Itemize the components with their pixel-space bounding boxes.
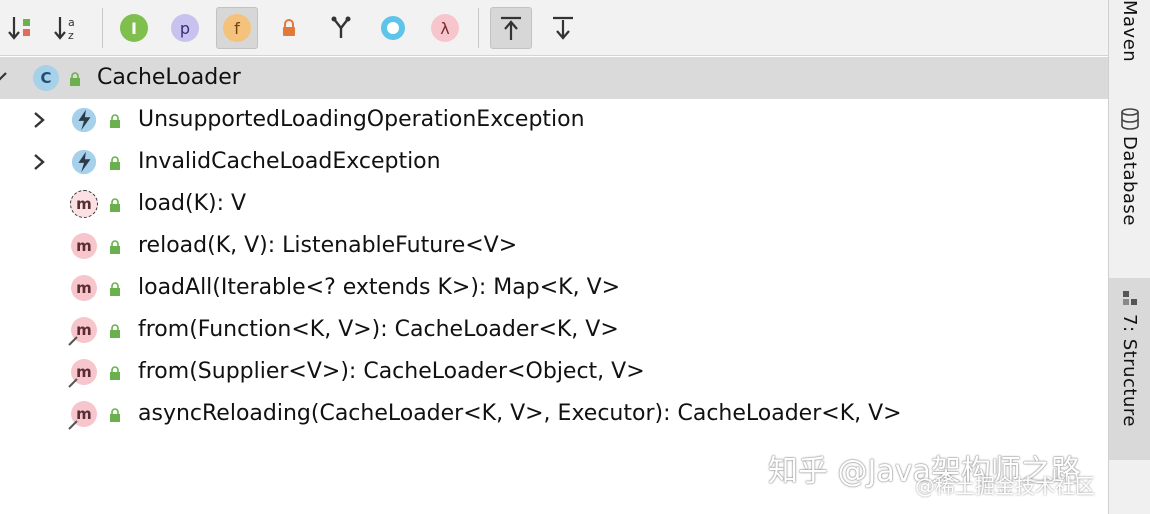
chevron-down-icon[interactable] (0, 67, 14, 89)
show-properties-button[interactable]: p (164, 7, 206, 49)
lock-icon (110, 366, 120, 380)
autoscroll-from-source-icon (553, 16, 573, 40)
sort-by-visibility-icon (8, 17, 30, 40)
static-method-icon: m (68, 400, 98, 430)
tree-item-label: loadAll(Iterable<? extends K>): Map<K, V… (138, 275, 621, 300)
tree-item[interactable]: InvalidCacheLoadException (0, 141, 1108, 183)
exception-class-icon (70, 148, 98, 176)
toolbar-separator (102, 8, 103, 48)
tree-item[interactable]: UnsupportedLoadingOperationException (0, 99, 1108, 141)
right-tool-sidebar: Maven Database 7: Structure (1108, 0, 1150, 514)
tree-item[interactable]: m asyncReloading(CacheLoader<K, V>, Exec… (0, 393, 1108, 435)
show-non-public-icon (283, 19, 295, 36)
show-lambdas-button[interactable]: λ (424, 7, 466, 49)
show-inherited-icon: I (120, 14, 148, 42)
autoscroll-to-source-button[interactable] (490, 7, 532, 49)
tab-database[interactable]: Database (1109, 108, 1150, 248)
tree-item[interactable]: m reload(K, V): ListenableFuture<V> (0, 225, 1108, 267)
lock-icon (110, 240, 120, 254)
tree-root-label: CacheLoader (97, 65, 241, 90)
static-method-icon: m (68, 358, 98, 388)
tree-item[interactable]: m loadAll(Iterable<? extends K>): Map<K,… (0, 267, 1108, 309)
chevron-right-icon[interactable] (28, 151, 50, 173)
tree-item-label: UnsupportedLoadingOperationException (138, 107, 585, 132)
tree-item-label: InvalidCacheLoadException (138, 149, 441, 174)
tree-item-label: load(K): V (138, 191, 247, 216)
watermark-secondary: @稀土掘金技术社区 (915, 474, 1095, 498)
lock-icon (110, 198, 120, 212)
show-properties-icon: p (171, 14, 199, 42)
svg-text:z: z (68, 29, 74, 42)
tab-maven-label: Maven (1119, 0, 1140, 63)
tree-item[interactable]: m from(Function<K, V>): CacheLoader<K, V… (0, 309, 1108, 351)
tree-item[interactable]: m load(K): V (0, 183, 1108, 225)
autoscroll-from-source-button[interactable] (542, 7, 584, 49)
show-lambdas-icon: λ (431, 14, 459, 42)
method-icon: m (70, 274, 98, 302)
tree-root-row[interactable]: C CacheLoader (0, 57, 1108, 99)
tree-item-label: reload(K, V): ListenableFuture<V> (138, 233, 518, 258)
tree-item-label: from(Supplier<V>): CacheLoader<Object, V… (138, 359, 645, 384)
tab-maven[interactable]: Maven (1109, 0, 1150, 84)
chevron-right-icon[interactable] (28, 109, 50, 131)
tab-structure[interactable]: 7: Structure (1109, 278, 1150, 460)
autoscroll-to-source-icon (501, 16, 521, 40)
structure-icon (1122, 291, 1137, 305)
class-icon: C (32, 64, 60, 92)
lock-icon (110, 282, 120, 296)
show-lambdas-toggle-button[interactable] (372, 7, 414, 49)
tree-item-label: asyncReloading(CacheLoader<K, V>, Execut… (138, 401, 902, 426)
show-anonymous-button[interactable] (320, 7, 362, 49)
show-fields-button[interactable]: f (216, 7, 258, 49)
database-icon (1120, 108, 1139, 130)
lock-icon (110, 408, 120, 422)
toolbar-separator (478, 8, 479, 48)
static-method-icon: m (68, 316, 98, 346)
lock-icon (110, 324, 120, 338)
abstract-method-icon: m (70, 190, 98, 218)
lock-icon (110, 156, 120, 170)
tab-database-label: Database (1119, 136, 1140, 226)
show-non-public-button[interactable] (268, 7, 310, 49)
exception-class-icon (70, 106, 98, 134)
structure-toolbar: a z I p f λ (0, 0, 1108, 56)
show-fields-icon: f (223, 14, 251, 42)
svg-text:a: a (68, 16, 75, 29)
sort-by-visibility-button[interactable] (0, 7, 42, 49)
sort-alphabetically-button[interactable]: a z (46, 7, 88, 49)
show-inherited-button[interactable]: I (113, 7, 155, 49)
show-anonymous-icon (331, 16, 351, 38)
lock-icon (110, 114, 120, 128)
method-icon: m (70, 232, 98, 260)
lock-icon (70, 72, 80, 86)
tab-structure-label: 7: Structure (1119, 314, 1140, 427)
sort-alphabetically-icon: a z (54, 16, 75, 42)
tree-item[interactable]: m from(Supplier<V>): CacheLoader<Object,… (0, 351, 1108, 393)
tree-item-label: from(Function<K, V>): CacheLoader<K, V> (138, 317, 619, 342)
show-lambdas-toggle-icon (381, 16, 405, 40)
